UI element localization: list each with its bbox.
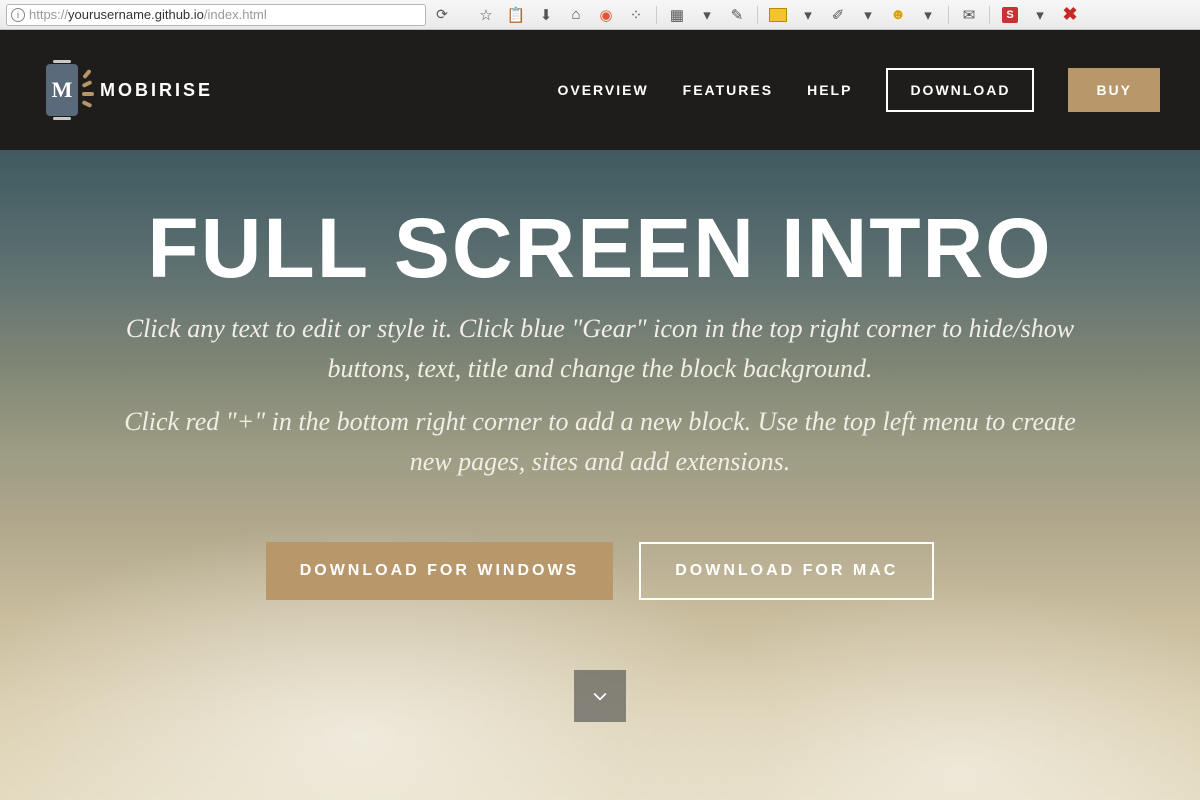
toolbar-separator	[757, 6, 758, 24]
nav-overview[interactable]: OVERVIEW	[557, 82, 648, 98]
x-extension-icon[interactable]: ✖	[1060, 5, 1080, 25]
hero-paragraph-1[interactable]: Click any text to edit or style it. Clic…	[110, 309, 1090, 390]
main-nav: OVERVIEW FEATURES HELP DOWNLOAD BUY	[557, 68, 1160, 112]
buy-button[interactable]: BUY	[1068, 68, 1160, 112]
hero-paragraph-2[interactable]: Click red "+" in the bottom right corner…	[110, 402, 1090, 483]
brand[interactable]: M MOBIRISE	[40, 61, 213, 119]
duckduckgo-icon[interactable]: ◉	[596, 5, 616, 25]
colored-dots-icon[interactable]: ⁘	[626, 5, 646, 25]
bookmark-star-icon[interactable]: ☆	[476, 5, 496, 25]
hero-section: FULL SCREEN INTRO Click any text to edit…	[0, 150, 1200, 800]
chat-icon[interactable]: ✉	[959, 5, 979, 25]
home-icon[interactable]: ⌂	[566, 5, 586, 25]
toolbar-separator	[989, 6, 990, 24]
dropdown-caret-icon[interactable]: ▾	[918, 5, 938, 25]
dropdown-caret-icon[interactable]: ▾	[697, 5, 717, 25]
archive-icon[interactable]: ▦	[667, 5, 687, 25]
browser-toolbar: i https://yourusername.github.io/index.h…	[0, 0, 1200, 30]
url-host: yourusername.github.io	[68, 7, 204, 22]
nav-features[interactable]: FEATURES	[683, 82, 773, 98]
site-info-icon[interactable]: i	[11, 8, 25, 22]
eyedropper-icon[interactable]: ✐	[828, 5, 848, 25]
url-scheme: https://	[29, 7, 68, 22]
url-path: /index.html	[204, 7, 267, 22]
url-bar[interactable]: i https://yourusername.github.io/index.h…	[6, 4, 426, 26]
url-text[interactable]: https://yourusername.github.io/index.htm…	[29, 7, 421, 22]
brand-name: MOBIRISE	[100, 80, 213, 101]
smiley-icon[interactable]: ☻	[888, 5, 908, 25]
download-mac-button[interactable]: DOWNLOAD FOR MAC	[639, 542, 934, 600]
hero-buttons: DOWNLOAD FOR WINDOWS DOWNLOAD FOR MAC	[266, 542, 935, 600]
scroll-down-button[interactable]	[574, 670, 626, 722]
nav-help[interactable]: HELP	[807, 82, 852, 98]
clipboard-icon[interactable]: 📋	[506, 5, 526, 25]
site-header: M MOBIRISE OVERVIEW FEATURES HELP DOWNLO…	[0, 30, 1200, 150]
dropdown-caret-icon[interactable]: ▾	[858, 5, 878, 25]
toolbar-separator	[948, 6, 949, 24]
download-arrow-icon[interactable]: ⬇	[536, 5, 556, 25]
brush-icon[interactable]: ✎	[727, 5, 747, 25]
dropdown-caret-icon[interactable]: ▾	[798, 5, 818, 25]
chevron-down-icon	[590, 686, 610, 706]
toolbar-separator	[656, 6, 657, 24]
highlight-box-icon[interactable]	[768, 5, 788, 25]
hero-title[interactable]: FULL SCREEN INTRO	[147, 200, 1052, 297]
dropdown-caret-icon[interactable]: ▾	[1030, 5, 1050, 25]
download-windows-button[interactable]: DOWNLOAD FOR WINDOWS	[266, 542, 614, 600]
browser-extension-icons: ☆ 📋 ⬇ ⌂ ◉ ⁘ ▦ ▾ ✎ ▾ ✐ ▾ ☻ ▾ ✉ S ▾ ✖	[458, 5, 1080, 25]
logo-icon: M	[40, 61, 84, 119]
reload-button[interactable]: ⟳	[430, 4, 454, 26]
s-extension-icon[interactable]: S	[1000, 5, 1020, 25]
download-button[interactable]: DOWNLOAD	[886, 68, 1034, 112]
